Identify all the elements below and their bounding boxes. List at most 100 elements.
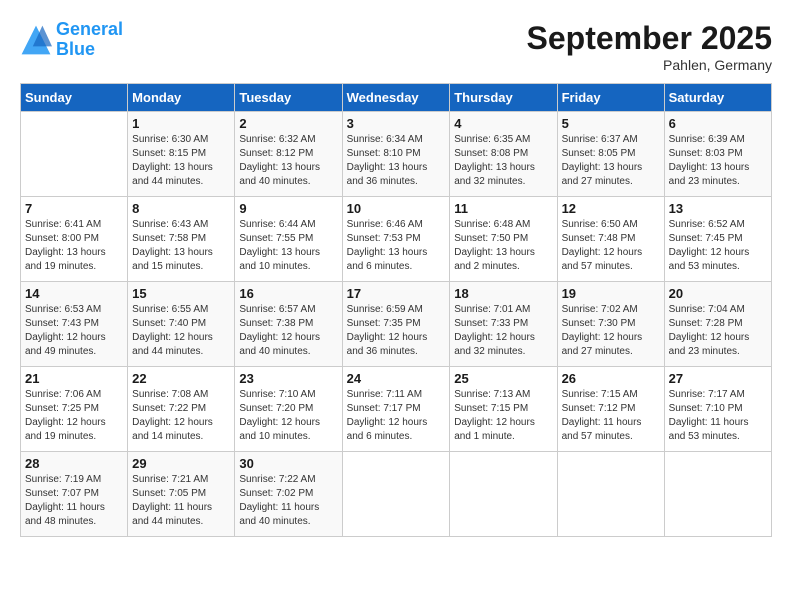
day-info: Sunrise: 6:53 AM Sunset: 7:43 PM Dayligh… — [25, 303, 123, 359]
day-cell: 8 Sunrise: 6:43 AM Sunset: 7:58 PM Daylig… — [128, 197, 235, 282]
day-cell: 21 Sunrise: 7:06 AM Sunset: 7:25 PM Dayli… — [21, 367, 128, 452]
day-info: Sunrise: 7:08 AM Sunset: 7:22 PM Dayligh… — [132, 388, 230, 444]
day-number: 3 — [347, 116, 446, 131]
day-info: Sunrise: 6:52 AM Sunset: 7:45 PM Dayligh… — [669, 218, 767, 274]
day-number: 6 — [669, 116, 767, 131]
day-cell: 26Sunrise: 7:15 AM Sunset: 7:12 PM Dayli… — [557, 367, 664, 452]
day-cell: 30 Sunrise: 7:22 AM Sunset: 7:02 PM Dayli… — [235, 452, 342, 537]
day-cell: 3 Sunrise: 6:34 AM Sunset: 8:10 PM Daylig… — [342, 112, 450, 197]
day-number: 17 — [347, 286, 446, 301]
day-cell: 10 Sunrise: 6:46 AM Sunset: 7:53 PM Dayli… — [342, 197, 450, 282]
day-number: 20 — [669, 286, 767, 301]
day-number: 25 — [454, 371, 552, 386]
logo-line2: Blue — [56, 39, 95, 59]
day-cell — [450, 452, 557, 537]
logo-icon — [20, 24, 52, 56]
day-cell: 13 Sunrise: 6:52 AM Sunset: 7:45 PM Dayli… — [664, 197, 771, 282]
day-cell — [342, 452, 450, 537]
day-info: Sunrise: 7:10 AM Sunset: 7:20 PM Dayligh… — [239, 388, 337, 444]
logo-text: General Blue — [56, 20, 123, 60]
day-number: 30 — [239, 456, 337, 471]
day-cell: 7 Sunrise: 6:41 AM Sunset: 8:00 PM Daylig… — [21, 197, 128, 282]
day-info: Sunrise: 7:21 AM Sunset: 7:05 PM Dayligh… — [132, 473, 230, 529]
header-cell-saturday: Saturday — [664, 84, 771, 112]
day-number: 18 — [454, 286, 552, 301]
day-info: Sunrise: 6:43 AM Sunset: 7:58 PM Dayligh… — [132, 218, 230, 274]
header-cell-sunday: Sunday — [21, 84, 128, 112]
day-info: Sunrise: 6:30 AM Sunset: 8:15 PM Dayligh… — [132, 133, 230, 189]
day-number: 29 — [132, 456, 230, 471]
day-number: 14 — [25, 286, 123, 301]
location-subtitle: Pahlen, Germany — [527, 57, 772, 73]
day-info: Sunrise: 6:35 AM Sunset: 8:08 PM Dayligh… — [454, 133, 552, 189]
day-number: 2 — [239, 116, 337, 131]
day-info: Sunrise: 6:44 AM Sunset: 7:55 PM Dayligh… — [239, 218, 337, 274]
day-cell: 22 Sunrise: 7:08 AM Sunset: 7:22 PM Dayli… — [128, 367, 235, 452]
logo: General Blue — [20, 20, 123, 60]
day-cell: 5Sunrise: 6:37 AM Sunset: 8:05 PM Daylig… — [557, 112, 664, 197]
month-title: September 2025 — [527, 20, 772, 57]
day-info: Sunrise: 6:37 AM Sunset: 8:05 PM Dayligh… — [562, 133, 660, 189]
day-info: Sunrise: 7:19 AM Sunset: 7:07 PM Dayligh… — [25, 473, 123, 529]
day-info: Sunrise: 7:02 AM Sunset: 7:30 PM Dayligh… — [562, 303, 660, 359]
day-info: Sunrise: 6:48 AM Sunset: 7:50 PM Dayligh… — [454, 218, 552, 274]
day-cell: 14 Sunrise: 6:53 AM Sunset: 7:43 PM Dayli… — [21, 282, 128, 367]
day-cell: 28Sunrise: 7:19 AM Sunset: 7:07 PM Dayli… — [21, 452, 128, 537]
page-header: General Blue September 2025 Pahlen, Germ… — [20, 20, 772, 73]
day-number: 23 — [239, 371, 337, 386]
day-cell: 23 Sunrise: 7:10 AM Sunset: 7:20 PM Dayli… — [235, 367, 342, 452]
day-number: 16 — [239, 286, 337, 301]
day-number: 10 — [347, 201, 446, 216]
day-info: Sunrise: 6:41 AM Sunset: 8:00 PM Dayligh… — [25, 218, 123, 274]
day-info: Sunrise: 7:22 AM Sunset: 7:02 PM Dayligh… — [239, 473, 337, 529]
day-info: Sunrise: 6:34 AM Sunset: 8:10 PM Dayligh… — [347, 133, 446, 189]
header-cell-friday: Friday — [557, 84, 664, 112]
day-cell — [664, 452, 771, 537]
day-number: 11 — [454, 201, 552, 216]
day-number: 15 — [132, 286, 230, 301]
day-cell: 16 Sunrise: 6:57 AM Sunset: 7:38 PM Dayli… — [235, 282, 342, 367]
header-cell-monday: Monday — [128, 84, 235, 112]
calendar-header-row: SundayMondayTuesdayWednesdayThursdayFrid… — [21, 84, 772, 112]
day-info: Sunrise: 6:50 AM Sunset: 7:48 PM Dayligh… — [562, 218, 660, 274]
day-number: 19 — [562, 286, 660, 301]
day-info: Sunrise: 7:06 AM Sunset: 7:25 PM Dayligh… — [25, 388, 123, 444]
day-number: 27 — [669, 371, 767, 386]
day-info: Sunrise: 6:57 AM Sunset: 7:38 PM Dayligh… — [239, 303, 337, 359]
day-number: 8 — [132, 201, 230, 216]
day-cell — [557, 452, 664, 537]
day-cell: 12 Sunrise: 6:50 AM Sunset: 7:48 PM Dayli… — [557, 197, 664, 282]
day-number: 22 — [132, 371, 230, 386]
day-info: Sunrise: 6:46 AM Sunset: 7:53 PM Dayligh… — [347, 218, 446, 274]
day-cell: 4 Sunrise: 6:35 AM Sunset: 8:08 PM Daylig… — [450, 112, 557, 197]
day-cell: 11 Sunrise: 6:48 AM Sunset: 7:50 PM Dayli… — [450, 197, 557, 282]
header-cell-tuesday: Tuesday — [235, 84, 342, 112]
day-number: 13 — [669, 201, 767, 216]
day-cell: 18 Sunrise: 7:01 AM Sunset: 7:33 PM Dayli… — [450, 282, 557, 367]
day-info: Sunrise: 7:04 AM Sunset: 7:28 PM Dayligh… — [669, 303, 767, 359]
day-number: 24 — [347, 371, 446, 386]
day-cell: 1 Sunrise: 6:30 AM Sunset: 8:15 PM Daylig… — [128, 112, 235, 197]
day-number: 4 — [454, 116, 552, 131]
day-info: Sunrise: 7:11 AM Sunset: 7:17 PM Dayligh… — [347, 388, 446, 444]
calendar-table: SundayMondayTuesdayWednesdayThursdayFrid… — [20, 83, 772, 537]
day-info: Sunrise: 7:01 AM Sunset: 7:33 PM Dayligh… — [454, 303, 552, 359]
header-cell-wednesday: Wednesday — [342, 84, 450, 112]
day-info: Sunrise: 7:17 AM Sunset: 7:10 PM Dayligh… — [669, 388, 767, 444]
day-cell — [21, 112, 128, 197]
day-info: Sunrise: 7:13 AM Sunset: 7:15 PM Dayligh… — [454, 388, 552, 444]
day-cell: 27 Sunrise: 7:17 AM Sunset: 7:10 PM Dayli… — [664, 367, 771, 452]
day-cell: 2Sunrise: 6:32 AM Sunset: 8:12 PM Daylig… — [235, 112, 342, 197]
week-row-1: 1 Sunrise: 6:30 AM Sunset: 8:15 PM Daylig… — [21, 112, 772, 197]
day-info: Sunrise: 6:39 AM Sunset: 8:03 PM Dayligh… — [669, 133, 767, 189]
day-number: 1 — [132, 116, 230, 131]
day-number: 21 — [25, 371, 123, 386]
week-row-4: 21 Sunrise: 7:06 AM Sunset: 7:25 PM Dayli… — [21, 367, 772, 452]
week-row-3: 14 Sunrise: 6:53 AM Sunset: 7:43 PM Dayli… — [21, 282, 772, 367]
day-info: Sunrise: 7:15 AM Sunset: 7:12 PM Dayligh… — [562, 388, 660, 444]
day-cell: 15Sunrise: 6:55 AM Sunset: 7:40 PM Dayli… — [128, 282, 235, 367]
day-cell: 20 Sunrise: 7:04 AM Sunset: 7:28 PM Dayli… — [664, 282, 771, 367]
day-number: 12 — [562, 201, 660, 216]
day-number: 9 — [239, 201, 337, 216]
day-number: 7 — [25, 201, 123, 216]
